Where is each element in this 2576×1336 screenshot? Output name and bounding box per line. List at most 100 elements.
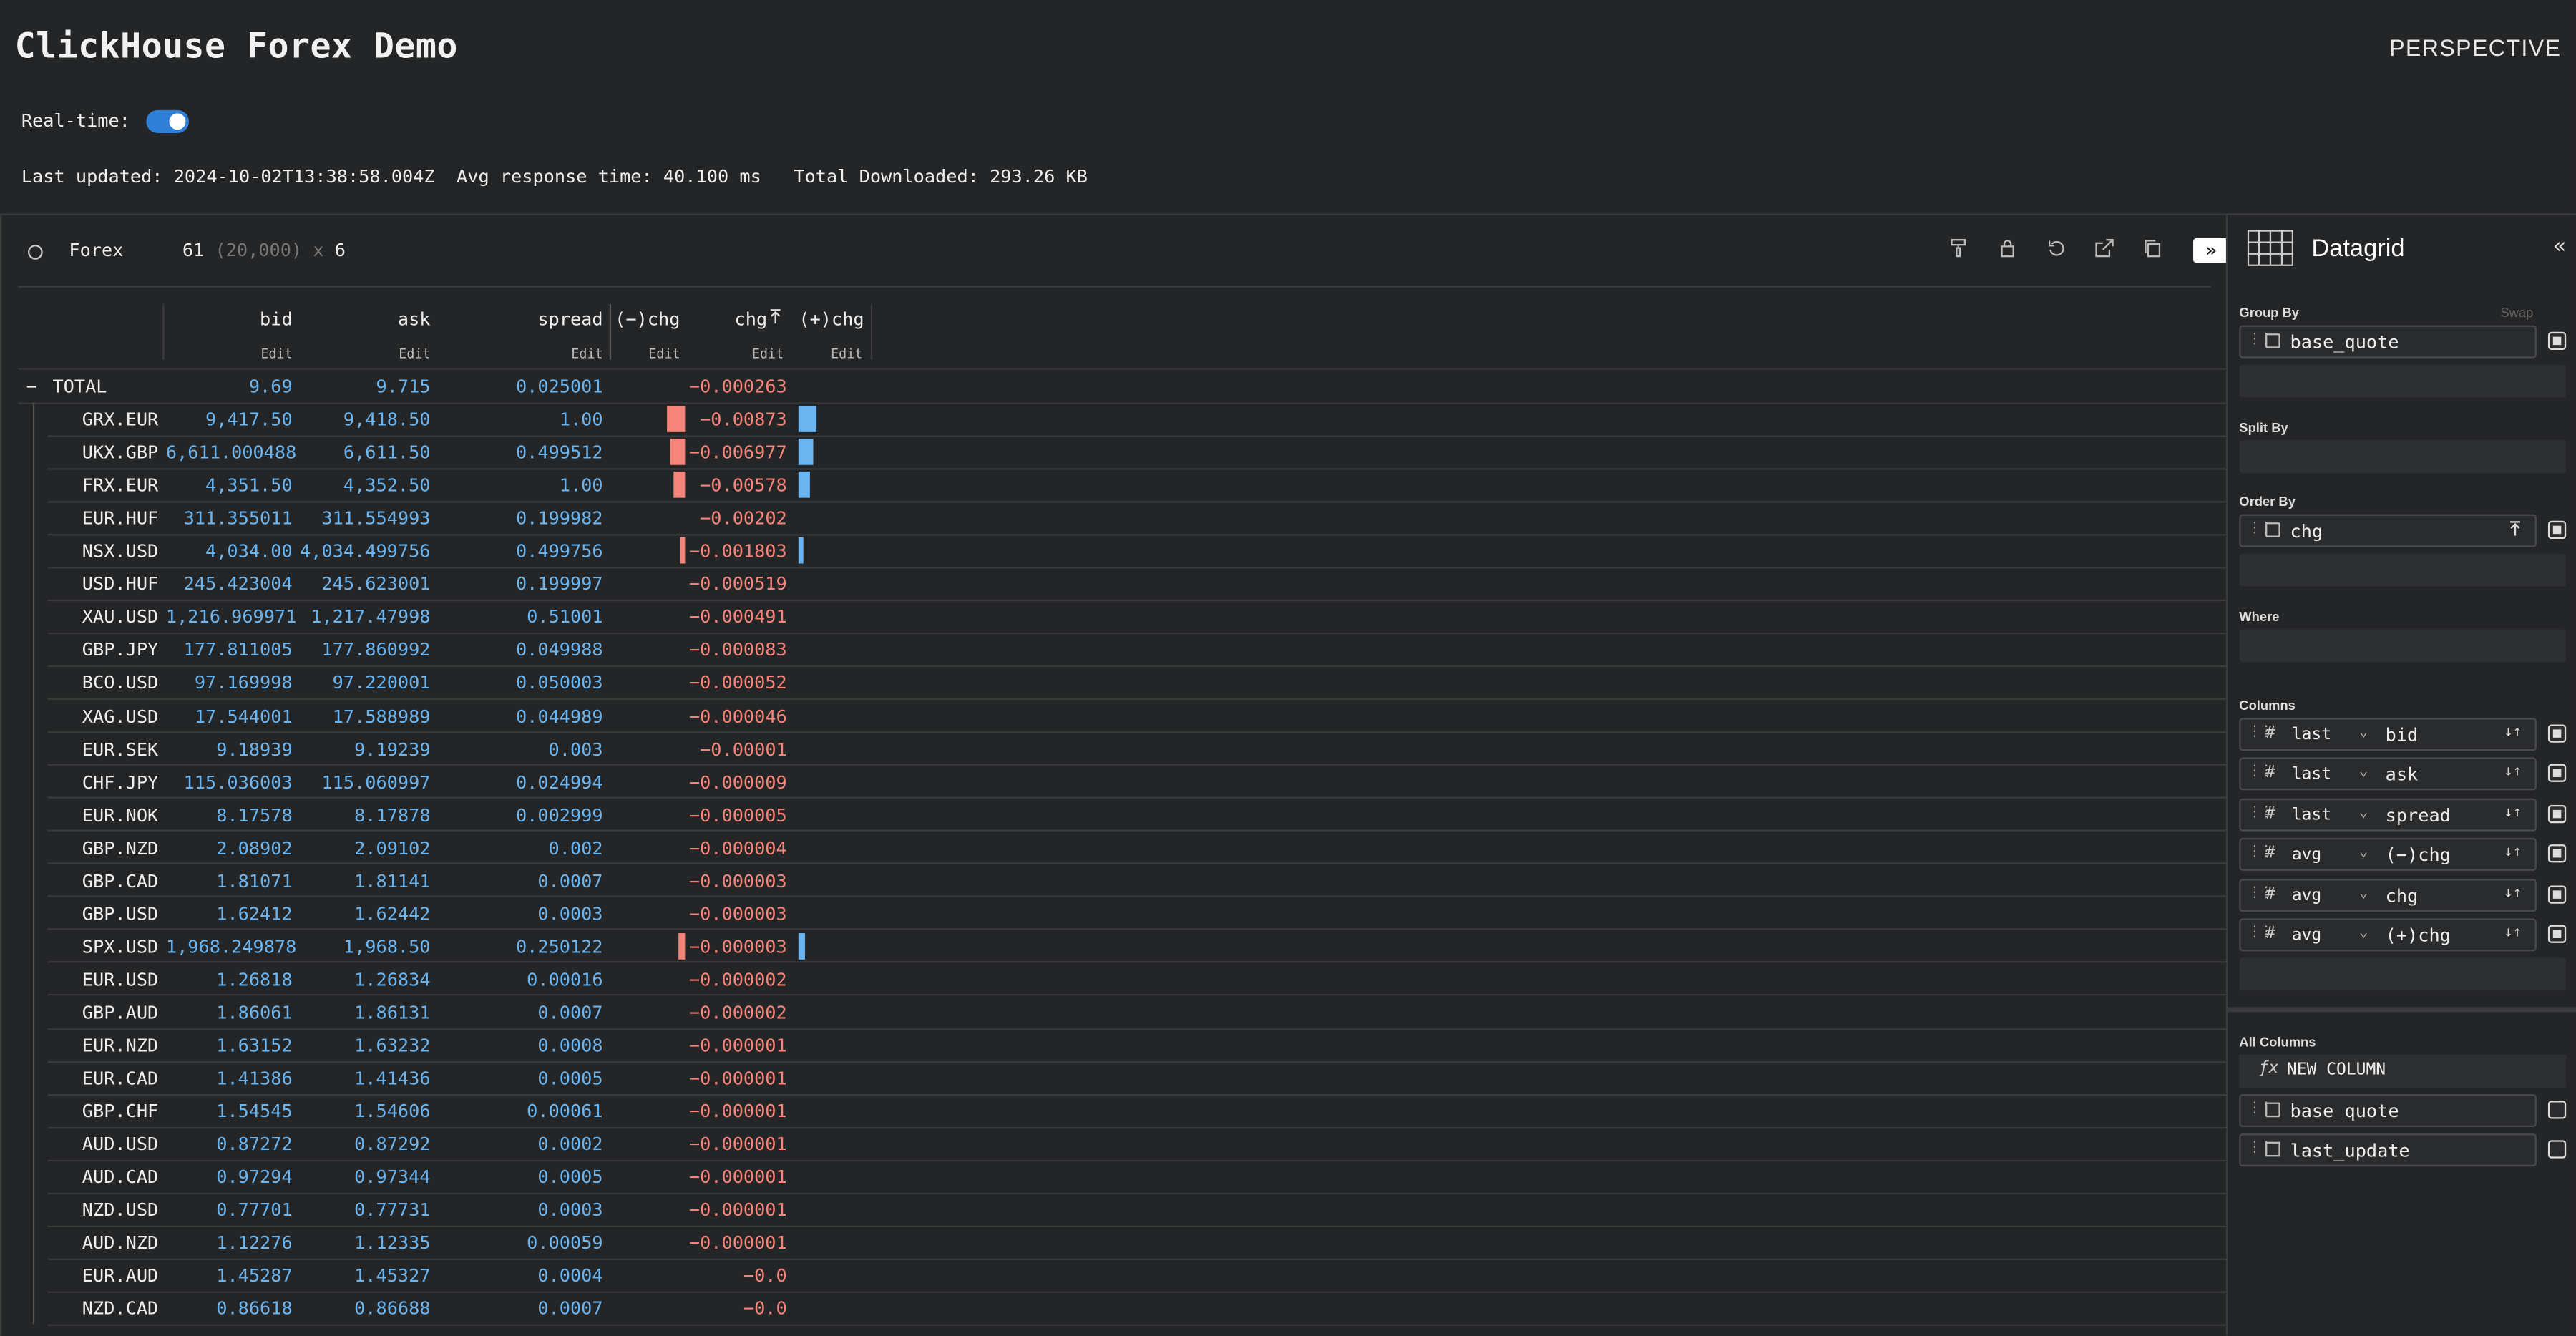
table-cell-chg[interactable]: −0.00578 bbox=[685, 475, 787, 497]
table-cell-spread[interactable]: 0.0002 bbox=[435, 1133, 602, 1155]
row-label[interactable]: AUD.CAD bbox=[82, 1167, 158, 1189]
table-cell-ask[interactable]: 1.41436 bbox=[298, 1068, 430, 1089]
table-cell-ask[interactable]: 1.81141 bbox=[298, 870, 430, 892]
new-column-button[interactable]: ƒx NEW COLUMN bbox=[2239, 1054, 2567, 1088]
table-cell-bid[interactable]: 2.08902 bbox=[166, 837, 292, 859]
table-cell-bid[interactable]: 0.77701 bbox=[166, 1200, 292, 1222]
table-cell-bid[interactable]: 1.41386 bbox=[166, 1068, 292, 1089]
table-cell-bid[interactable]: 1.62412 bbox=[166, 903, 292, 925]
column-checkbox[interactable] bbox=[2547, 844, 2567, 863]
row-label[interactable]: NSX.USD bbox=[82, 541, 158, 562]
table-cell-bid[interactable]: 8.17578 bbox=[166, 804, 292, 826]
table-cell-chg[interactable]: −0.00001 bbox=[685, 738, 787, 760]
table-cell-bid[interactable]: 311.355011 bbox=[166, 508, 293, 530]
split-by-dropzone[interactable] bbox=[2239, 440, 2567, 474]
table-cell-bid[interactable]: 4,034.00 bbox=[166, 541, 293, 562]
table-cell-spread[interactable]: 0.0003 bbox=[435, 903, 602, 925]
table-cell-ask[interactable]: 1.86131 bbox=[298, 1002, 430, 1023]
row-label[interactable]: GBP.CAD bbox=[82, 870, 158, 892]
format-paint-icon[interactable] bbox=[1947, 238, 1970, 261]
table-cell-spread[interactable]: 0.0007 bbox=[435, 1299, 602, 1320]
table-cell-ask[interactable]: 0.97344 bbox=[298, 1167, 430, 1189]
edit-bid[interactable]: Edit bbox=[166, 346, 292, 361]
table-cell-bid[interactable]: 1.63152 bbox=[166, 1035, 292, 1056]
row-label[interactable]: FRX.EUR bbox=[82, 475, 158, 497]
table-cell-chg[interactable]: −0.000005 bbox=[685, 804, 787, 826]
table-cell-spread[interactable]: 0.00059 bbox=[435, 1233, 602, 1254]
row-label[interactable]: GBP.JPY bbox=[82, 640, 158, 661]
column-checkbox[interactable] bbox=[2547, 925, 2567, 943]
chevron-down-icon[interactable]: ⌄ bbox=[2359, 845, 2368, 862]
table-cell-bid[interactable]: 0.87272 bbox=[166, 1133, 292, 1155]
inactive-column-pill[interactable]: ⋮⋮ base_quote bbox=[2239, 1094, 2537, 1127]
table-cell-ask[interactable]: 1.62442 bbox=[298, 903, 430, 925]
swap-button[interactable]: Swap bbox=[2500, 306, 2533, 321]
table-cell-chg[interactable]: −0.000519 bbox=[685, 574, 787, 595]
table-cell-spread[interactable]: 0.0007 bbox=[435, 1002, 602, 1023]
table-cell-spread[interactable]: 0.0003 bbox=[435, 1200, 602, 1222]
header-spread[interactable]: spread bbox=[435, 309, 602, 331]
row-label[interactable]: USD.HUF bbox=[82, 574, 158, 595]
table-cell-ask[interactable]: 4,034.499756 bbox=[298, 541, 430, 562]
column-pill-2[interactable]: ⋮⋮ # last ⌄ spread ↓↑ bbox=[2239, 798, 2537, 832]
copy-icon[interactable] bbox=[2141, 238, 2164, 261]
table-cell-chg[interactable]: −0.000001 bbox=[685, 1101, 787, 1122]
reset-icon[interactable] bbox=[2045, 238, 2068, 261]
table-cell-bid[interactable]: 245.423004 bbox=[166, 574, 293, 595]
row-label[interactable]: EUR.SEK bbox=[82, 738, 158, 760]
table-cell-chg[interactable]: −0.000001 bbox=[685, 1068, 787, 1089]
table-cell-ask[interactable]: 9,418.50 bbox=[298, 409, 431, 431]
row-label[interactable]: BCO.USD bbox=[82, 673, 158, 694]
column-pill-1[interactable]: ⋮⋮ # last ⌄ ask ↓↑ bbox=[2239, 758, 2537, 791]
table-cell-ask[interactable]: 97.220001 bbox=[298, 673, 431, 694]
table-cell-chg[interactable]: −0.000003 bbox=[685, 870, 787, 892]
sort-toggle-icon[interactable]: ↓↑ bbox=[2504, 764, 2522, 781]
table-cell-chg[interactable]: −0.000009 bbox=[685, 771, 787, 793]
table-cell-chg[interactable]: −0.0 bbox=[685, 1299, 787, 1320]
sort-toggle-icon[interactable]: ↓↑ bbox=[2504, 925, 2522, 942]
table-cell-ask[interactable]: 1.26834 bbox=[298, 969, 430, 990]
chevron-down-icon[interactable]: ⌄ bbox=[2359, 925, 2368, 942]
row-label[interactable]: AUD.NZD bbox=[82, 1233, 158, 1254]
table-cell-spread[interactable]: 1.00 bbox=[435, 475, 603, 497]
column-checkbox[interactable] bbox=[2547, 764, 2567, 783]
table-cell-spread[interactable]: 0.024994 bbox=[435, 771, 603, 793]
table-cell-chg[interactable]: −0.000003 bbox=[685, 903, 787, 925]
table-cell-bid[interactable]: 97.169998 bbox=[166, 673, 293, 694]
table-cell-spread[interactable]: 0.499512 bbox=[435, 442, 603, 464]
table-cell-ask[interactable]: 1,968.50 bbox=[298, 936, 431, 957]
table-cell-chg[interactable]: −0.00873 bbox=[685, 409, 787, 431]
table-cell-spread[interactable]: 0.0007 bbox=[435, 870, 602, 892]
table-cell-spread[interactable]: 0.002 bbox=[435, 837, 603, 859]
table-cell-spread[interactable]: 0.002999 bbox=[435, 804, 603, 826]
table-cell-bid[interactable]: 1.12276 bbox=[166, 1233, 292, 1254]
table-cell-spread[interactable]: 0.51001 bbox=[435, 607, 602, 628]
table-cell-ask[interactable]: 9.19239 bbox=[298, 738, 430, 760]
row-label[interactable]: EUR.HUF bbox=[82, 508, 158, 530]
edit-spread[interactable]: Edit bbox=[435, 346, 602, 361]
table-cell-chg[interactable]: −0.000004 bbox=[685, 837, 787, 859]
row-label[interactable]: EUR.USD bbox=[82, 969, 158, 990]
table-cell-bid[interactable]: 1.26818 bbox=[166, 969, 292, 990]
inactive-column-checkbox[interactable] bbox=[2547, 1140, 2567, 1159]
header-pos-chg[interactable]: (+)chg bbox=[790, 309, 864, 331]
aggregate-select[interactable]: avg bbox=[2292, 847, 2321, 864]
table-cell-spread[interactable]: 1.00 bbox=[435, 409, 603, 431]
row-label[interactable]: NZD.CAD bbox=[82, 1299, 158, 1320]
column-pill-5[interactable]: ⋮⋮ # avg ⌄ (+)chg ↓↑ bbox=[2239, 918, 2537, 952]
order-by-checkbox[interactable] bbox=[2547, 520, 2567, 540]
table-cell-chg[interactable]: −0.000002 bbox=[685, 1002, 787, 1023]
table-cell-ask[interactable]: 115.060997 bbox=[298, 771, 430, 793]
group-by-pill[interactable]: ⋮⋮ base_quote bbox=[2239, 325, 2537, 359]
table-cell-bid[interactable]: 17.544001 bbox=[166, 706, 293, 727]
table-cell-spread[interactable]: 0.00016 bbox=[435, 969, 602, 990]
header-chg[interactable]: chg bbox=[685, 309, 768, 331]
table-cell-bid[interactable]: 115.036003 bbox=[166, 771, 293, 793]
table-cell-bid[interactable]: 1,216.969971 bbox=[166, 607, 296, 628]
row-label[interactable]: EUR.NZD bbox=[82, 1035, 158, 1056]
total-cell-bid[interactable]: 9.69 bbox=[166, 376, 293, 398]
row-label[interactable]: EUR.AUD bbox=[82, 1266, 158, 1287]
table-cell-spread[interactable]: 0.00061 bbox=[435, 1101, 602, 1122]
table-cell-ask[interactable]: 1.45327 bbox=[298, 1266, 430, 1287]
row-label[interactable]: GBP.AUD bbox=[82, 1002, 158, 1023]
